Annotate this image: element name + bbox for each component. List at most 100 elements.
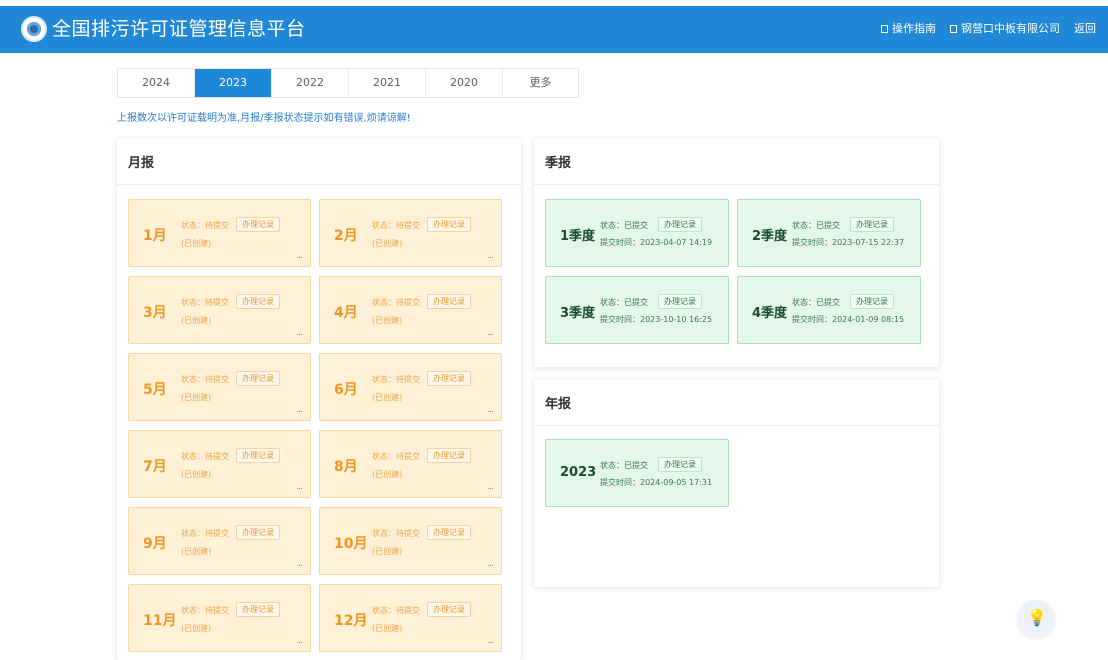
record-button[interactable]: 办理记录 [236,602,280,617]
more-icon[interactable]: ... [487,482,494,492]
more-icon[interactable]: ... [487,328,494,338]
month-card-9[interactable]: 9月 状态：待提交 办理记录 (已创建) ... [128,507,311,575]
back-link-label: 返回 [1074,22,1096,35]
status-text: 状态：待提交 [181,298,229,307]
record-button[interactable]: 办理记录 [236,525,280,540]
created-text: (已创建) [181,470,212,479]
created-text: (已创建) [372,470,403,479]
month-card-11[interactable]: 11月 状态：待提交 办理记录 (已创建) ... [128,584,311,652]
emblem-logo-icon [21,16,47,42]
month-card-6[interactable]: 6月 状态：待提交 办理记录 (已创建) ... [319,353,502,421]
annual-year-label: 2023 [560,465,597,480]
submit-time: 提交时间：2023-04-07 14:19 [600,238,713,247]
year-tabs: 2024 2023 2022 2021 2020 更多 [117,68,579,98]
record-button[interactable]: 办理记录 [236,217,280,232]
quarter-label: 1季度 [560,229,596,244]
record-button[interactable]: 办理记录 [850,217,894,232]
help-bulb-button[interactable]: 💡 [1017,600,1055,638]
month-card-3[interactable]: 3月 状态：待提交 办理记录 (已创建) ... [128,276,311,344]
divider [534,425,939,426]
quarter-card-3[interactable]: 3季度 状态：已提交 办理记录 提交时间：2023-10-10 16:25 [545,276,729,344]
submit-time: 提交时间：2024-01-09 08:15 [792,315,905,324]
more-icon[interactable]: ... [296,559,303,569]
month-card-1[interactable]: 1月 状态：待提交 办理记录 (已创建) ... [128,199,311,267]
created-text: (已创建) [372,624,403,633]
created-text: (已创建) [181,547,212,556]
tab-2022[interactable]: 2022 [272,69,349,97]
created-text: (已创建) [372,393,403,402]
month-label: 6月 [334,382,358,398]
record-button[interactable]: 办理记录 [427,525,471,540]
month-label: 5月 [143,382,167,398]
record-button[interactable]: 办理记录 [658,457,702,472]
submit-time: 提交时间：2023-10-10 16:25 [600,315,713,324]
month-card-5[interactable]: 5月 状态：待提交 办理记录 (已创建) ... [128,353,311,421]
more-icon[interactable]: ... [487,405,494,415]
record-button[interactable]: 办理记录 [658,294,702,309]
month-card-10[interactable]: 10月 状态：待提交 办理记录 (已创建) ... [319,507,502,575]
monthly-panel: 月报 1月 状态：待提交 办理记录 (已创建) ... 2月 状态：待提交 办理… [117,138,521,660]
company-link[interactable]: 钢营口中板有限公司 [950,22,1060,36]
tab-2021[interactable]: 2021 [349,69,426,97]
quarter-card-4[interactable]: 4季度 状态：已提交 办理记录 提交时间：2024-01-09 08:15 [737,276,921,344]
annual-title: 年报 [545,397,572,412]
tab-more[interactable]: 更多 [503,69,578,97]
quarter-label: 2季度 [752,229,788,244]
company-link-label: 钢营口中板有限公司 [961,22,1060,35]
record-button[interactable]: 办理记录 [427,371,471,386]
quarter-label: 3季度 [560,306,596,321]
status-text: 状态：待提交 [372,529,420,538]
submit-time: 提交时间：2024-09-05 17:31 [600,478,713,487]
more-icon[interactable]: ... [487,636,494,646]
record-button[interactable]: 办理记录 [236,371,280,386]
status-text: 状态：待提交 [372,606,420,615]
status-text: 状态：已提交 [600,461,648,470]
more-icon[interactable]: ... [296,482,303,492]
record-button[interactable]: 办理记录 [427,217,471,232]
status-text: 状态：待提交 [372,375,420,384]
record-button[interactable]: 办理记录 [236,294,280,309]
quarterly-title: 季报 [545,156,572,171]
status-text: 状态：待提交 [372,452,420,461]
month-card-8[interactable]: 8月 状态：待提交 办理记录 (已创建) ... [319,430,502,498]
status-text: 状态：待提交 [181,529,229,538]
more-icon[interactable]: ... [296,636,303,646]
quarter-card-1[interactable]: 1季度 状态：已提交 办理记录 提交时间：2023-04-07 14:19 [545,199,729,267]
status-text: 状态：已提交 [600,221,648,230]
month-label: 9月 [143,536,167,552]
quarterly-panel: 季报 1季度 状态：已提交 办理记录 提交时间：2023-04-07 14:19… [534,138,939,367]
tab-2024[interactable]: 2024 [118,69,195,97]
lightbulb-icon: 💡 [1027,608,1047,627]
month-label: 1月 [143,228,167,244]
guide-link[interactable]: 操作指南 [881,22,936,36]
annual-card[interactable]: 2023 状态：已提交 办理记录 提交时间：2024-09-05 17:31 [545,439,729,507]
app-title: 全国排污许可证管理信息平台 [52,18,306,40]
created-text: (已创建) [181,393,212,402]
record-button[interactable]: 办理记录 [658,217,702,232]
record-button[interactable]: 办理记录 [427,602,471,617]
status-text: 状态：待提交 [372,298,420,307]
record-button[interactable]: 办理记录 [427,448,471,463]
tab-2020[interactable]: 2020 [426,69,503,97]
month-label: 8月 [334,459,358,475]
more-icon[interactable]: ... [296,328,303,338]
month-card-7[interactable]: 7月 状态：待提交 办理记录 (已创建) ... [128,430,311,498]
month-card-2[interactable]: 2月 状态：待提交 办理记录 (已创建) ... [319,199,502,267]
guide-icon [881,25,888,33]
created-text: (已创建) [181,316,212,325]
more-icon[interactable]: ... [487,251,494,261]
more-icon[interactable]: ... [296,405,303,415]
record-button[interactable]: 办理记录 [236,448,280,463]
more-icon[interactable]: ... [487,559,494,569]
month-card-4[interactable]: 4月 状态：待提交 办理记录 (已创建) ... [319,276,502,344]
record-button[interactable]: 办理记录 [850,294,894,309]
tab-2023[interactable]: 2023 [195,69,272,97]
more-icon[interactable]: ... [296,251,303,261]
record-button[interactable]: 办理记录 [427,294,471,309]
back-link[interactable]: 返回 [1074,22,1096,36]
quarter-label: 4季度 [752,306,788,321]
month-label: 2月 [334,228,358,244]
month-label: 12月 [334,613,368,629]
month-card-12[interactable]: 12月 状态：待提交 办理记录 (已创建) ... [319,584,502,652]
quarter-card-2[interactable]: 2季度 状态：已提交 办理记录 提交时间：2023-07-15 22:37 [737,199,921,267]
